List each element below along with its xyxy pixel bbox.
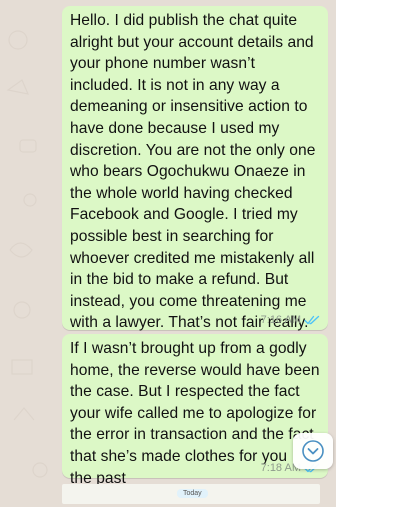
message-bubble[interactable]: Hello. I did publish the chat quite alri… — [62, 6, 328, 331]
message-meta: 7:16 AM — [261, 314, 320, 326]
message-bubble[interactable]: If I wasn’t brought up from a godly home… — [62, 334, 328, 487]
message-time: 7:16 AM — [260, 314, 301, 326]
message-text: Hello. I did publish the chat quite alri… — [70, 12, 316, 332]
date-divider-strip: Today — [62, 484, 320, 504]
side-margin — [336, 0, 410, 507]
chat-area[interactable]: Hello. I did publish the chat quite alri… — [0, 0, 336, 507]
chevron-down-circle-icon — [302, 440, 324, 462]
double-check-icon — [304, 315, 320, 325]
date-divider: Today — [177, 489, 208, 498]
scroll-to-bottom-button[interactable] — [293, 433, 333, 469]
